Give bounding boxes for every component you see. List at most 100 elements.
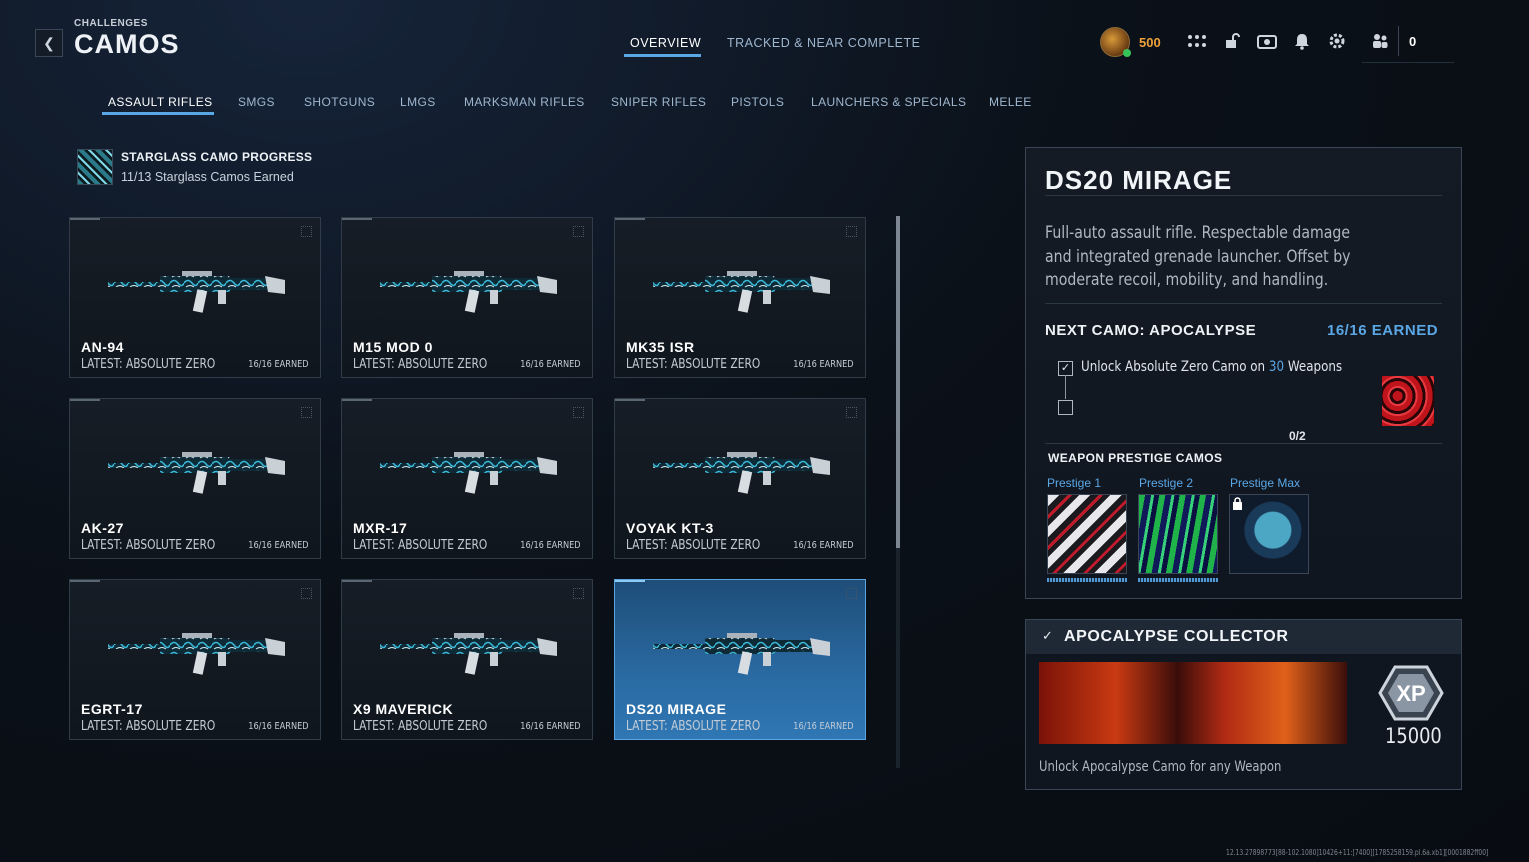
grid-scrollbar-track[interactable] (896, 548, 900, 768)
grid-scrollbar-thumb[interactable] (896, 216, 900, 548)
tab-overview[interactable]: OVERVIEW (630, 36, 701, 50)
card-accent-line (342, 218, 372, 220)
checkbox-checked-icon: ✓ (1058, 361, 1073, 376)
weapon-earned: 16/16 EARNED (520, 540, 581, 551)
prestige-1-camo[interactable] (1047, 494, 1127, 574)
friends-count: 0 (1409, 34, 1417, 49)
weapon-latest-camo: LATEST: ABSOLUTE ZERO (626, 719, 761, 734)
requirement-progress: 0/2 (1289, 429, 1306, 443)
starglass-camo-icon (77, 149, 113, 185)
camera-icon[interactable] (1256, 31, 1278, 51)
card-corner-icon (301, 588, 312, 599)
xp-badge-icon: XP (1378, 665, 1444, 721)
collector-title: APOCALYPSE COLLECTOR (1064, 628, 1289, 645)
category-shotguns[interactable]: SHOTGUNS (304, 95, 375, 109)
weapon-name: X9 MAVERICK (353, 701, 454, 717)
collector-description: Unlock Apocalypse Camo for any Weapon (1039, 759, 1282, 775)
breadcrumb: CHALLENGES (74, 18, 148, 29)
divider (1045, 303, 1442, 304)
requirement-count: 30 (1268, 359, 1285, 375)
weapon-latest-camo: LATEST: ABSOLUTE ZERO (353, 719, 488, 734)
category-launchers-specials[interactable]: LAUNCHERS & SPECIALS (811, 95, 966, 109)
weapon-earned: 16/16 EARNED (248, 359, 309, 370)
weapon-camo-image (380, 452, 557, 494)
camo-requirement: Unlock Absolute Zero Camo on 30 Weapons (1081, 359, 1342, 375)
weapon-camo-image (653, 271, 830, 313)
weapon-description: Full-auto assault rifle. Respectable dam… (1045, 223, 1351, 290)
requirement-prefix: Unlock Absolute Zero Camo on (1081, 359, 1269, 375)
card-accent-line (70, 580, 100, 582)
card-accent-line (342, 399, 372, 401)
starglass-title: STARGLASS CAMO PROGRESS (121, 150, 313, 164)
prestige-2-camo[interactable] (1138, 494, 1218, 574)
card-corner-icon (301, 407, 312, 418)
card-accent-line (70, 218, 100, 220)
weapon-earned: 16/16 EARNED (520, 359, 581, 370)
weapon-camo-image (653, 452, 830, 494)
weapon-latest-camo: LATEST: ABSOLUTE ZERO (626, 357, 761, 372)
card-corner-icon (573, 407, 584, 418)
weapon-card[interactable]: X9 MAVERICK LATEST: ABSOLUTE ZERO 16/16 … (341, 579, 593, 740)
weapon-card[interactable]: DS20 MIRAGE LATEST: ABSOLUTE ZERO 16/16 … (614, 579, 866, 740)
weapon-camo-image (108, 271, 285, 313)
prestige-1-label: Prestige 1 (1047, 476, 1102, 490)
weapon-card[interactable]: MK35 ISR LATEST: ABSOLUTE ZERO 16/16 EAR… (614, 217, 866, 378)
weapon-camo-image (108, 633, 285, 675)
card-accent-line (342, 580, 372, 582)
weapon-card[interactable]: M15 MOD 0 LATEST: ABSOLUTE ZERO 16/16 EA… (341, 217, 593, 378)
weapon-name: EGRT-17 (81, 701, 143, 717)
weapon-earned: 16/16 EARNED (793, 359, 854, 370)
next-camo-earned: 16/16 EARNED (1327, 322, 1439, 339)
notification-bell-icon[interactable] (1291, 31, 1313, 51)
checklist-connector (1065, 375, 1066, 399)
page-title: CAMOS (74, 29, 180, 59)
weapon-name: DS20 MIRAGE (626, 701, 727, 717)
weapon-card[interactable]: AN-94 LATEST: ABSOLUTE ZERO 16/16 EARNED (69, 217, 321, 378)
weapon-card[interactable]: EGRT-17 LATEST: ABSOLUTE ZERO 16/16 EARN… (69, 579, 321, 740)
category-lmgs[interactable]: LMGS (400, 95, 436, 109)
starglass-progress: 11/13 Starglass Camos Earned (121, 170, 294, 184)
card-accent-line (615, 218, 645, 220)
weapon-name: AK-27 (81, 520, 124, 536)
prestige-2-label: Prestige 2 (1139, 476, 1194, 490)
weapon-card[interactable]: VOYAK KT-3 LATEST: ABSOLUTE ZERO 16/16 E… (614, 398, 866, 559)
build-id: 12.13.27898773[88-102.1080]10426+11:[740… (1226, 848, 1489, 857)
prestige-max-label: Prestige Max (1230, 476, 1301, 490)
apocalypse-camo-thumbnail (1382, 376, 1434, 426)
xp-badge-label: XP (1396, 681, 1425, 706)
friends-icon[interactable] (1369, 31, 1391, 51)
category-smgs[interactable]: SMGS (238, 95, 275, 109)
card-accent-line (70, 399, 100, 401)
card-corner-icon (573, 226, 584, 237)
header-divider (1398, 26, 1399, 56)
category-pistols[interactable]: PISTOLS (731, 95, 784, 109)
weapon-name: AN-94 (81, 339, 124, 355)
weapon-latest-camo: LATEST: ABSOLUTE ZERO (353, 357, 488, 372)
weapon-earned: 16/16 EARNED (248, 721, 309, 732)
currency-amount: 500 (1139, 35, 1161, 50)
category-sniper-rifles[interactable]: SNIPER RIFLES (611, 95, 706, 109)
unlock-icon[interactable] (1221, 31, 1243, 51)
grid-menu-icon[interactable] (1186, 31, 1208, 51)
requirement-suffix: Weapons (1284, 359, 1343, 375)
category-marksman-rifles[interactable]: MARKSMAN RIFLES (464, 95, 585, 109)
settings-gear-icon[interactable] (1326, 31, 1348, 51)
weapon-name: MK35 ISR (626, 339, 695, 355)
weapon-camo-image (653, 633, 830, 675)
collector-calling-card (1039, 662, 1347, 744)
weapon-latest-camo: LATEST: ABSOLUTE ZERO (81, 719, 216, 734)
category-assault-rifles[interactable]: ASSAULT RIFLES (108, 95, 213, 109)
weapon-card[interactable]: MXR-17 LATEST: ABSOLUTE ZERO 16/16 EARNE… (341, 398, 593, 559)
tab-tracked-near-complete[interactable]: TRACKED & NEAR COMPLETE (727, 36, 920, 50)
weapon-earned: 16/16 EARNED (248, 540, 309, 551)
weapon-camo-image (380, 271, 557, 313)
card-corner-icon (301, 226, 312, 237)
card-corner-icon (846, 226, 857, 237)
back-button[interactable]: ❮ (35, 29, 63, 57)
weapon-card[interactable]: AK-27 LATEST: ABSOLUTE ZERO 16/16 EARNED (69, 398, 321, 559)
card-accent-line (615, 399, 645, 401)
weapon-latest-camo: LATEST: ABSOLUTE ZERO (81, 538, 216, 553)
chevron-left-icon: ❮ (43, 34, 55, 51)
category-melee[interactable]: MELEE (989, 95, 1032, 109)
online-status-icon (1123, 49, 1131, 57)
